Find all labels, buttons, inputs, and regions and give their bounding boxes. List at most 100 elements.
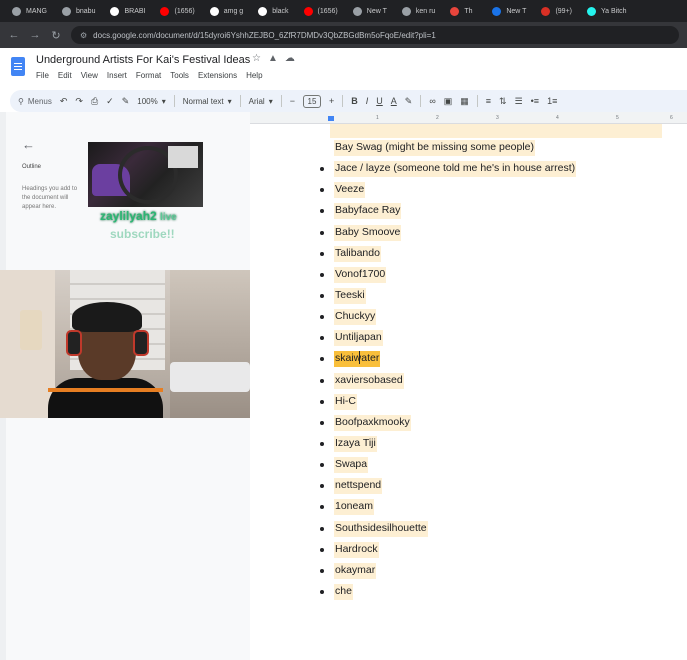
editing-toolbar: ⚲ Menus ↶ ↷ ⎙ ✓ ✎ 100% ▾ Normal text ▾ A… bbox=[10, 90, 687, 112]
list-item[interactable]: Talibando bbox=[320, 243, 576, 264]
browser-tab[interactable]: (99+) bbox=[537, 2, 579, 20]
list-item[interactable]: Teeski bbox=[320, 285, 576, 306]
list-item[interactable]: Baby Smoove bbox=[320, 222, 576, 243]
ruler-tick: 4 bbox=[556, 115, 559, 121]
line-spacing-icon[interactable]: ⇅ bbox=[499, 96, 507, 107]
document-title[interactable]: Underground Artists For Kai's Festival I… bbox=[36, 54, 250, 66]
browser-tab[interactable]: New T bbox=[488, 2, 533, 20]
menu-help[interactable]: Help bbox=[246, 71, 262, 80]
list-item[interactable]: Southsidesilhouette bbox=[320, 518, 576, 539]
bullet-icon bbox=[320, 357, 324, 362]
browser-tab[interactable]: black bbox=[254, 2, 295, 20]
highlighted-line-fragment bbox=[330, 124, 662, 138]
list-item[interactable]: 1oneam bbox=[320, 496, 576, 517]
list-item[interactable]: Jace / layze (someone told me he's in ho… bbox=[320, 158, 577, 179]
redo-icon[interactable]: ↷ bbox=[75, 96, 83, 107]
text-color-icon[interactable]: A bbox=[391, 96, 397, 106]
list-item[interactable]: nettspend bbox=[320, 475, 576, 496]
back-icon[interactable]: ← bbox=[8, 29, 20, 41]
list-item-text: skaiwater bbox=[334, 351, 381, 368]
italic-icon[interactable]: I bbox=[366, 96, 369, 106]
tab-favicon-icon bbox=[587, 6, 596, 16]
browser-tab[interactable]: Th bbox=[446, 2, 484, 20]
move-folder-icon[interactable]: ▲ bbox=[268, 53, 278, 64]
numbered-list-icon[interactable]: 1≡ bbox=[547, 96, 557, 106]
list-item[interactable]: Swapa bbox=[320, 454, 576, 475]
artist-bullet-list: Bay Swag (might be missing some people) J… bbox=[320, 137, 577, 602]
list-item[interactable]: che bbox=[320, 581, 576, 602]
list-item[interactable]: Hardrock bbox=[320, 539, 576, 560]
menu-extensions[interactable]: Extensions bbox=[198, 71, 237, 80]
reload-icon[interactable]: ↻ bbox=[50, 29, 62, 42]
menu-tools[interactable]: Tools bbox=[170, 71, 189, 80]
tab-label: (99+) bbox=[555, 7, 572, 15]
list-item[interactable]: Bay Swag (might be missing some people) bbox=[320, 137, 576, 158]
image-icon[interactable]: ▦ bbox=[460, 96, 469, 107]
star-icon[interactable]: ☆ bbox=[252, 53, 261, 64]
list-item-text: Vonof1700 bbox=[334, 266, 387, 283]
list-item[interactable]: Chuckyy bbox=[320, 306, 576, 327]
tab-label: New T bbox=[506, 7, 527, 15]
tab-favicon-icon bbox=[492, 6, 502, 16]
address-bar[interactable]: ⚙ docs.google.com/document/d/15dyroi6Ysh… bbox=[71, 26, 679, 44]
list-item[interactable]: Babyface Ray bbox=[320, 200, 576, 221]
browser-tab[interactable]: (1656) bbox=[300, 2, 345, 20]
browser-tab[interactable]: bnabu bbox=[58, 2, 102, 20]
list-item[interactable]: okaymar bbox=[320, 560, 576, 581]
align-icon[interactable]: ≡ bbox=[486, 96, 491, 106]
browser-tab[interactable]: ken ru bbox=[398, 2, 442, 20]
highlight-icon[interactable]: ✎ bbox=[405, 96, 413, 107]
paint-format-icon[interactable]: ✎ bbox=[122, 96, 130, 107]
list-item[interactable]: Boofpaxkmooky bbox=[320, 412, 576, 433]
toolbar-divider bbox=[420, 95, 422, 107]
list-item-text: 1oneam bbox=[334, 499, 374, 516]
print-icon[interactable]: ⎙ bbox=[91, 96, 98, 107]
tab-label: New T bbox=[366, 7, 387, 15]
list-item[interactable]: Veeze bbox=[320, 179, 576, 200]
list-item[interactable]: xaviersobased bbox=[320, 370, 576, 391]
font-select[interactable]: Arial ▾ bbox=[249, 97, 273, 106]
list-item[interactable]: Vonof1700 bbox=[320, 264, 576, 285]
horizontal-ruler[interactable]: 1 2 3 4 5 6 bbox=[250, 112, 687, 124]
browser-tab[interactable]: BRABI bbox=[106, 2, 152, 20]
undo-icon[interactable]: ↶ bbox=[60, 96, 68, 107]
browser-tab[interactable]: New T bbox=[349, 2, 394, 20]
checklist-icon[interactable]: ☰ bbox=[515, 96, 523, 107]
menu-insert[interactable]: Insert bbox=[107, 71, 127, 80]
url-text: docs.google.com/document/d/15dyroi6YshhZ… bbox=[93, 30, 436, 40]
menu-view[interactable]: View bbox=[81, 71, 98, 80]
zoom-select[interactable]: 100% ▾ bbox=[137, 97, 165, 106]
menu-file[interactable]: File bbox=[36, 71, 49, 80]
bullet-icon bbox=[320, 188, 324, 193]
underline-icon[interactable]: U bbox=[376, 96, 383, 106]
browser-tab[interactable]: amg g bbox=[206, 2, 250, 20]
bulleted-list-icon[interactable]: •≡ bbox=[531, 96, 539, 106]
tab-favicon-icon bbox=[110, 6, 120, 16]
browser-tab[interactable]: (1656) bbox=[156, 2, 201, 20]
bullet-icon bbox=[320, 568, 324, 573]
forward-icon[interactable]: → bbox=[29, 29, 41, 41]
list-item[interactable]: Hi-C bbox=[320, 391, 576, 412]
close-outline-icon[interactable]: ← bbox=[22, 137, 35, 152]
list-item[interactable]: Izaya Tiji bbox=[320, 433, 576, 454]
search-menus-button[interactable]: ⚲ Menus bbox=[18, 97, 52, 106]
decrease-font-size-icon[interactable]: − bbox=[290, 96, 295, 106]
browser-tab[interactable]: Ya Bitch bbox=[583, 2, 634, 20]
indent-marker[interactable] bbox=[328, 116, 334, 121]
link-icon[interactable]: ∞ bbox=[429, 96, 435, 106]
menu-edit[interactable]: Edit bbox=[58, 71, 72, 80]
docs-logo-icon[interactable] bbox=[11, 57, 25, 76]
toolbar-divider bbox=[280, 95, 282, 107]
list-item[interactable]: Untiljapan bbox=[320, 327, 576, 348]
site-info-icon[interactable]: ⚙ bbox=[80, 31, 87, 40]
bold-icon[interactable]: B bbox=[351, 96, 358, 106]
cloud-status-icon[interactable]: ☁ bbox=[285, 53, 295, 64]
bullet-icon bbox=[320, 547, 324, 552]
style-select[interactable]: Normal text ▾ bbox=[183, 97, 232, 106]
font-size-input[interactable]: 15 bbox=[302, 94, 321, 108]
menu-format[interactable]: Format bbox=[136, 71, 161, 80]
comment-icon[interactable]: ▣ bbox=[444, 96, 453, 107]
spellcheck-icon[interactable]: ✓ bbox=[106, 96, 114, 107]
increase-font-size-icon[interactable]: + bbox=[329, 96, 334, 106]
browser-tab[interactable]: MANG bbox=[8, 2, 54, 20]
